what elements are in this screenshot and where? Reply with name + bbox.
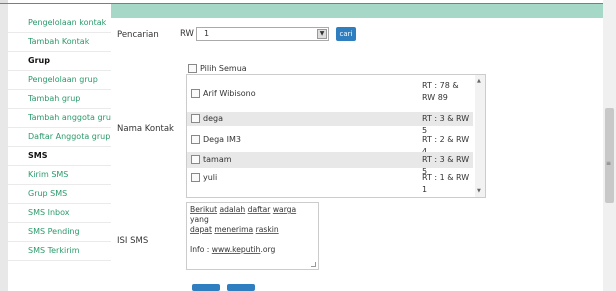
scroll-up-icon[interactable]: ▲	[477, 78, 481, 84]
sidebar-item-pengelolaan-kontak[interactable]: Pengelolaan kontak	[8, 14, 111, 33]
contact-name: yuli	[203, 173, 218, 182]
sidebar: Pengelolaan kontak Tambah Kontak Grup Pe…	[8, 14, 116, 261]
scroll-down-icon[interactable]: ▼	[477, 188, 481, 194]
contact-list-scrollbar[interactable]: ▲ ▼	[475, 75, 485, 197]
sms-word: Berikut	[190, 205, 218, 214]
contact-checkbox[interactable]	[191, 173, 200, 182]
contact-rt: RT : 1 & RW 1	[422, 173, 470, 194]
sidebar-header-grup: Grup	[8, 52, 111, 71]
form-header-bar	[111, 4, 603, 18]
page-scrollbar-thumb[interactable]	[605, 108, 614, 203]
sidebar-header-sms: SMS	[8, 147, 111, 166]
search-button[interactable]: cari	[336, 27, 356, 41]
contact-row[interactable]: tamam RT : 3 & RW 5	[187, 152, 473, 176]
scroll-grip-icon: ≡	[606, 160, 612, 167]
contacts-label: Nama Kontak	[117, 124, 174, 134]
contact-checkbox[interactable]	[191, 155, 200, 164]
sms-info-prefix: Info :	[190, 245, 212, 254]
sms-info-suffix: .org	[260, 245, 276, 254]
sms-word: yang	[190, 215, 209, 224]
contact-checkbox[interactable]	[191, 89, 200, 98]
sidebar-item-sms-inbox[interactable]: SMS Inbox	[8, 204, 111, 223]
contact-rt: RT : 78 & RW 89	[422, 81, 459, 102]
contact-name: Dega IM3	[203, 135, 241, 144]
sidebar-item-tambah-kontak[interactable]: Tambah Kontak	[8, 33, 111, 52]
send-button[interactable]	[192, 284, 220, 291]
sidebar-item-sms-pending[interactable]: SMS Pending	[8, 223, 111, 242]
sms-word: adalah	[219, 205, 246, 214]
contact-row[interactable]: Arif Wibisono RT : 78 & RW 89	[187, 80, 473, 104]
contact-checkbox[interactable]	[191, 114, 200, 123]
contact-row[interactable]: dega RT : 3 & RW 5	[187, 112, 473, 135]
contact-name: dega	[203, 114, 223, 123]
contact-row[interactable]: Dega IM3 RT : 2 & RW 4	[187, 133, 473, 156]
sidebar-item-tambah-grup[interactable]: Tambah grup	[8, 90, 111, 109]
sms-link: www.keputih	[211, 245, 261, 254]
select-all-label: Pilih Semua	[200, 64, 247, 73]
reset-button[interactable]	[227, 284, 255, 291]
sms-line-3: Info : www.keputih.org	[190, 245, 315, 255]
sms-word: dapat	[190, 225, 212, 234]
sms-line-1: Berikut adalah daftar warga yang	[190, 205, 315, 225]
resize-grip-icon[interactable]	[311, 262, 316, 267]
sidebar-item-sms-terkirim[interactable]: SMS Terkirim	[8, 242, 111, 261]
rw-label: RW	[180, 29, 194, 39]
sms-label: ISI SMS	[117, 236, 149, 246]
sms-word: raskin	[255, 225, 279, 234]
rw-select[interactable]: 1 ▼	[196, 27, 329, 41]
select-all-checkbox[interactable]	[188, 64, 197, 73]
contact-checkbox[interactable]	[191, 135, 200, 144]
sidebar-item-pengelolaan-grup[interactable]: Pengelolaan grup	[8, 71, 111, 90]
sidebar-item-daftar-anggota-grup[interactable]: Daftar Anggota grup	[8, 128, 111, 147]
contact-name: tamam	[203, 155, 232, 164]
rw-select-value: 1	[204, 29, 210, 38]
sidebar-item-tambah-anggota-grup[interactable]: Tambah anggota grup	[8, 109, 116, 128]
contact-name: Arif Wibisono	[203, 89, 256, 98]
select-all[interactable]: Pilih Semua	[188, 64, 247, 73]
sms-textarea[interactable]: Berikut adalah daftar warga yang dapat m…	[186, 202, 319, 270]
sms-word: menerima	[214, 225, 254, 234]
sidebar-item-kirim-sms[interactable]: Kirim SMS	[8, 166, 111, 185]
contact-list[interactable]: Arif Wibisono RT : 78 & RW 89 dega RT : …	[186, 74, 486, 198]
sidebar-item-grup-sms[interactable]: Grup SMS	[8, 185, 111, 204]
sms-word: daftar	[247, 205, 271, 214]
sms-line-2: dapat menerima raskin	[190, 225, 315, 235]
search-label: Pencarian	[117, 30, 159, 40]
chevron-down-icon[interactable]: ▼	[317, 29, 327, 39]
contact-row[interactable]: yuli RT : 1 & RW 1	[187, 171, 473, 194]
page-scrollbar[interactable]: ≡	[603, 0, 616, 291]
sms-word: warga	[272, 205, 297, 214]
